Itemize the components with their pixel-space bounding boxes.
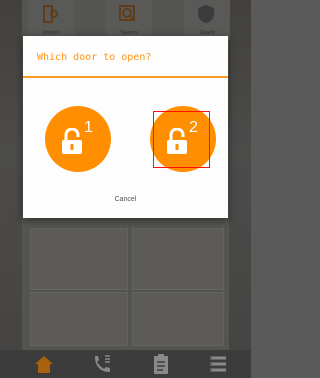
bottom-nav-bar [0,350,251,378]
padlock-icon [62,128,82,154]
home-icon [35,356,53,373]
dialog-title: Which door to open? [37,52,152,63]
clipboard-icon [154,354,168,374]
nav-menu-button[interactable] [206,352,230,376]
door-1-number: 1 [84,119,93,136]
phone-call-icon [95,355,110,372]
nav-records-button[interactable] [149,352,173,376]
dialog-divider [23,76,228,78]
door-1-button[interactable]: 1 [45,106,111,172]
list-menu-icon [210,356,226,372]
nav-home-button[interactable] [32,352,56,376]
cancel-button[interactable]: Cancel [23,196,228,203]
selection-highlight [153,111,210,168]
nav-calls-button[interactable] [90,352,114,376]
